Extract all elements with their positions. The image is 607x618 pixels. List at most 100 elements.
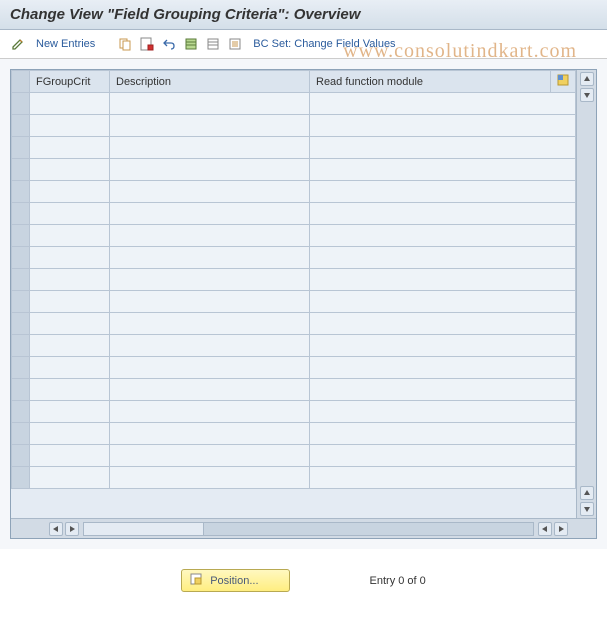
row-selector[interactable] [12, 159, 30, 181]
cell-read-function[interactable] [310, 137, 576, 159]
edit-icon[interactable] [10, 36, 26, 52]
row-selector[interactable] [12, 335, 30, 357]
cell-read-function[interactable] [310, 247, 576, 269]
save-marker-icon[interactable] [139, 36, 155, 52]
cell-fgroupcrit[interactable] [30, 93, 110, 115]
position-button[interactable]: Position... [181, 569, 289, 592]
cell-read-function[interactable] [310, 203, 576, 225]
row-selector[interactable] [12, 137, 30, 159]
cell-fgroupcrit[interactable] [30, 379, 110, 401]
cell-description[interactable] [110, 137, 310, 159]
cell-fgroupcrit[interactable] [30, 115, 110, 137]
cell-fgroupcrit[interactable] [30, 181, 110, 203]
cell-fgroupcrit[interactable] [30, 137, 110, 159]
cell-fgroupcrit[interactable] [30, 313, 110, 335]
cell-read-function[interactable] [310, 335, 576, 357]
cell-read-function[interactable] [310, 159, 576, 181]
row-selector[interactable] [12, 313, 30, 335]
row-selector[interactable] [12, 379, 30, 401]
col-header-read-function[interactable]: Read function module [310, 71, 551, 93]
cell-description[interactable] [110, 335, 310, 357]
hscroll-track[interactable] [83, 522, 534, 536]
cell-read-function[interactable] [310, 379, 576, 401]
cell-fgroupcrit[interactable] [30, 269, 110, 291]
row-selector[interactable] [12, 445, 30, 467]
undo-icon[interactable] [161, 36, 177, 52]
cell-read-function[interactable] [310, 357, 576, 379]
cell-description[interactable] [110, 379, 310, 401]
row-selector[interactable] [12, 203, 30, 225]
cell-read-function[interactable] [310, 423, 576, 445]
cell-fgroupcrit[interactable] [30, 357, 110, 379]
cell-read-function[interactable] [310, 269, 576, 291]
cell-read-function[interactable] [310, 93, 576, 115]
scroll-left-icon[interactable] [538, 522, 552, 536]
cell-read-function[interactable] [310, 467, 576, 489]
col-header-description[interactable]: Description [110, 71, 310, 93]
row-selector[interactable] [12, 225, 30, 247]
scroll-up-icon[interactable] [580, 486, 594, 500]
cell-read-function[interactable] [310, 313, 576, 335]
row-selector[interactable] [12, 401, 30, 423]
cell-description[interactable] [110, 115, 310, 137]
row-selector[interactable] [12, 115, 30, 137]
row-selector[interactable] [12, 467, 30, 489]
vertical-scrollbar[interactable] [576, 70, 596, 518]
cell-fgroupcrit[interactable] [30, 445, 110, 467]
cell-description[interactable] [110, 159, 310, 181]
cell-description[interactable] [110, 357, 310, 379]
cell-description[interactable] [110, 225, 310, 247]
cell-read-function[interactable] [310, 225, 576, 247]
copy-icon[interactable] [117, 36, 133, 52]
cell-read-function[interactable] [310, 115, 576, 137]
cell-read-function[interactable] [310, 181, 576, 203]
cell-fgroupcrit[interactable] [30, 159, 110, 181]
cell-fgroupcrit[interactable] [30, 467, 110, 489]
list-icon[interactable] [227, 36, 243, 52]
cell-description[interactable] [110, 269, 310, 291]
cell-read-function[interactable] [310, 291, 576, 313]
cell-description[interactable] [110, 423, 310, 445]
cell-description[interactable] [110, 291, 310, 313]
cell-read-function[interactable] [310, 445, 576, 467]
new-entries-button[interactable]: New Entries [32, 38, 99, 50]
cell-description[interactable] [110, 467, 310, 489]
hscroll-thumb[interactable] [84, 523, 204, 535]
horizontal-scrollbar[interactable] [11, 518, 596, 538]
scroll-down-icon[interactable] [580, 502, 594, 516]
cell-description[interactable] [110, 93, 310, 115]
row-selector[interactable] [12, 181, 30, 203]
scroll-right-icon[interactable] [65, 522, 79, 536]
select-all-icon[interactable] [183, 36, 199, 52]
deselect-all-icon[interactable] [205, 36, 221, 52]
cell-fgroupcrit[interactable] [30, 225, 110, 247]
row-selector[interactable] [12, 357, 30, 379]
table-config-icon[interactable] [551, 71, 576, 93]
cell-fgroupcrit[interactable] [30, 291, 110, 313]
row-selector[interactable] [12, 291, 30, 313]
scroll-up-icon[interactable] [580, 72, 594, 86]
cell-fgroupcrit[interactable] [30, 335, 110, 357]
cell-fgroupcrit[interactable] [30, 401, 110, 423]
cell-fgroupcrit[interactable] [30, 203, 110, 225]
row-selector[interactable] [12, 247, 30, 269]
cell-description[interactable] [110, 401, 310, 423]
cell-description[interactable] [110, 445, 310, 467]
scroll-right-icon[interactable] [554, 522, 568, 536]
row-selector[interactable] [12, 423, 30, 445]
row-selector[interactable] [12, 269, 30, 291]
cell-read-function[interactable] [310, 401, 576, 423]
cell-description[interactable] [110, 181, 310, 203]
col-header-fgroupcrit[interactable]: FGroupCrit [30, 71, 110, 93]
row-selector[interactable] [12, 93, 30, 115]
title-bar: Change View "Field Grouping Criteria": O… [0, 0, 607, 30]
cell-fgroupcrit[interactable] [30, 247, 110, 269]
scroll-left-icon[interactable] [49, 522, 63, 536]
cell-description[interactable] [110, 247, 310, 269]
scroll-down-icon[interactable] [580, 88, 594, 102]
select-all-rows[interactable] [12, 71, 30, 93]
cell-description[interactable] [110, 313, 310, 335]
bc-set-button[interactable]: BC Set: Change Field Values [249, 38, 399, 50]
cell-fgroupcrit[interactable] [30, 423, 110, 445]
cell-description[interactable] [110, 203, 310, 225]
